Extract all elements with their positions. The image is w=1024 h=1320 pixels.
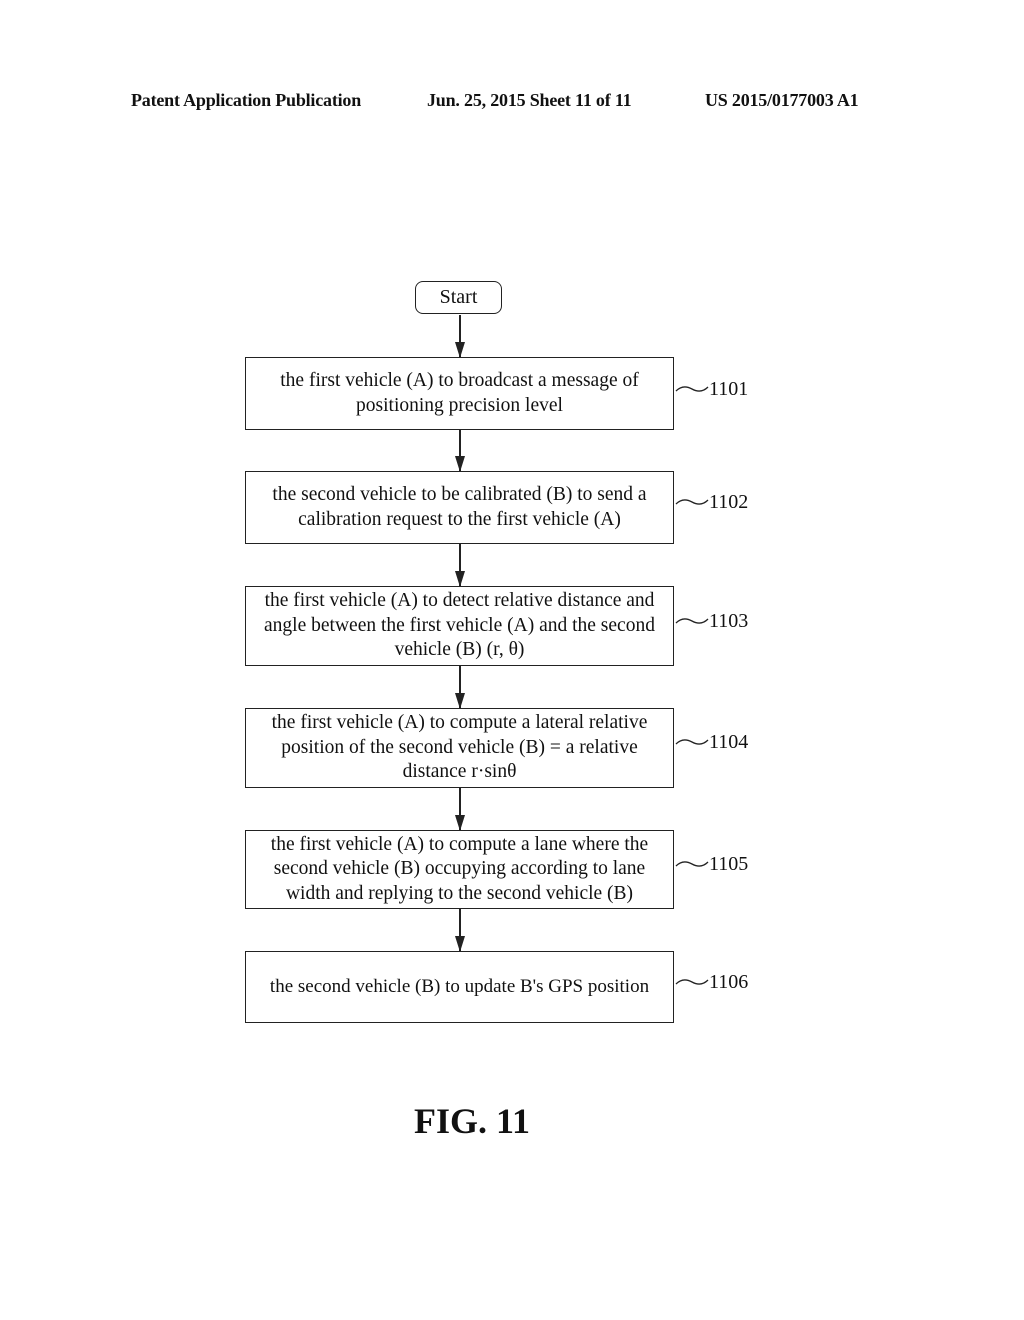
flow-arrow: [455, 430, 464, 472]
step-box-1103: the first vehicle (A) to detect relative…: [245, 586, 674, 666]
flow-arrow: [455, 544, 464, 587]
step-box-1102: the second vehicle to be calibrated (B) …: [245, 471, 674, 544]
step-box-1106: the second vehicle (B) to update B's GPS…: [245, 951, 674, 1023]
figure-label: FIG. 11: [414, 1101, 531, 1141]
step-ref-label: 1101: [709, 378, 749, 400]
leader-line-icon: [675, 386, 709, 392]
leader-line-icon: [675, 618, 709, 624]
flow-arrow: [455, 909, 464, 952]
flow-arrow: [455, 315, 464, 358]
step-text: the first vehicle (A) to broadcast a mes…: [280, 370, 639, 416]
flow-arrow: [455, 788, 464, 831]
step-ref-label: 1103: [709, 610, 749, 632]
step-box-1104: the first vehicle (A) to compute a later…: [245, 708, 674, 788]
publication-title: Patent Application Publication: [131, 90, 362, 110]
flow-arrow: [455, 666, 464, 709]
step-text: the first vehicle (A) to compute a lane …: [270, 833, 649, 904]
step-box-1105: the first vehicle (A) to compute a lane …: [245, 830, 674, 909]
step-text: the second vehicle (B) to update B's GPS…: [269, 975, 650, 997]
leader-line-icon: [675, 861, 709, 867]
leader-line-icon: [675, 979, 709, 985]
step-text: the second vehicle to be calibrated (B) …: [272, 484, 647, 530]
publication-date-sheet: Jun. 25, 2015 Sheet 11 of 11: [427, 90, 632, 110]
step-ref-label: 1106: [709, 971, 749, 993]
step-ref-label: 1102: [709, 491, 749, 513]
step-text: the first vehicle (A) to detect relative…: [264, 590, 655, 661]
leader-line-icon: [675, 739, 709, 745]
leader-line-icon: [675, 499, 709, 505]
step-ref-label: 1104: [709, 731, 749, 753]
step-text: the first vehicle (A) to compute a later…: [271, 712, 648, 783]
step-ref-label: 1105: [709, 853, 749, 875]
step-box-1101: the first vehicle (A) to broadcast a mes…: [245, 357, 674, 430]
publication-number: US 2015/0177003 A1: [705, 90, 859, 110]
start-terminal: Start: [415, 281, 502, 314]
start-label: Start: [439, 286, 478, 308]
